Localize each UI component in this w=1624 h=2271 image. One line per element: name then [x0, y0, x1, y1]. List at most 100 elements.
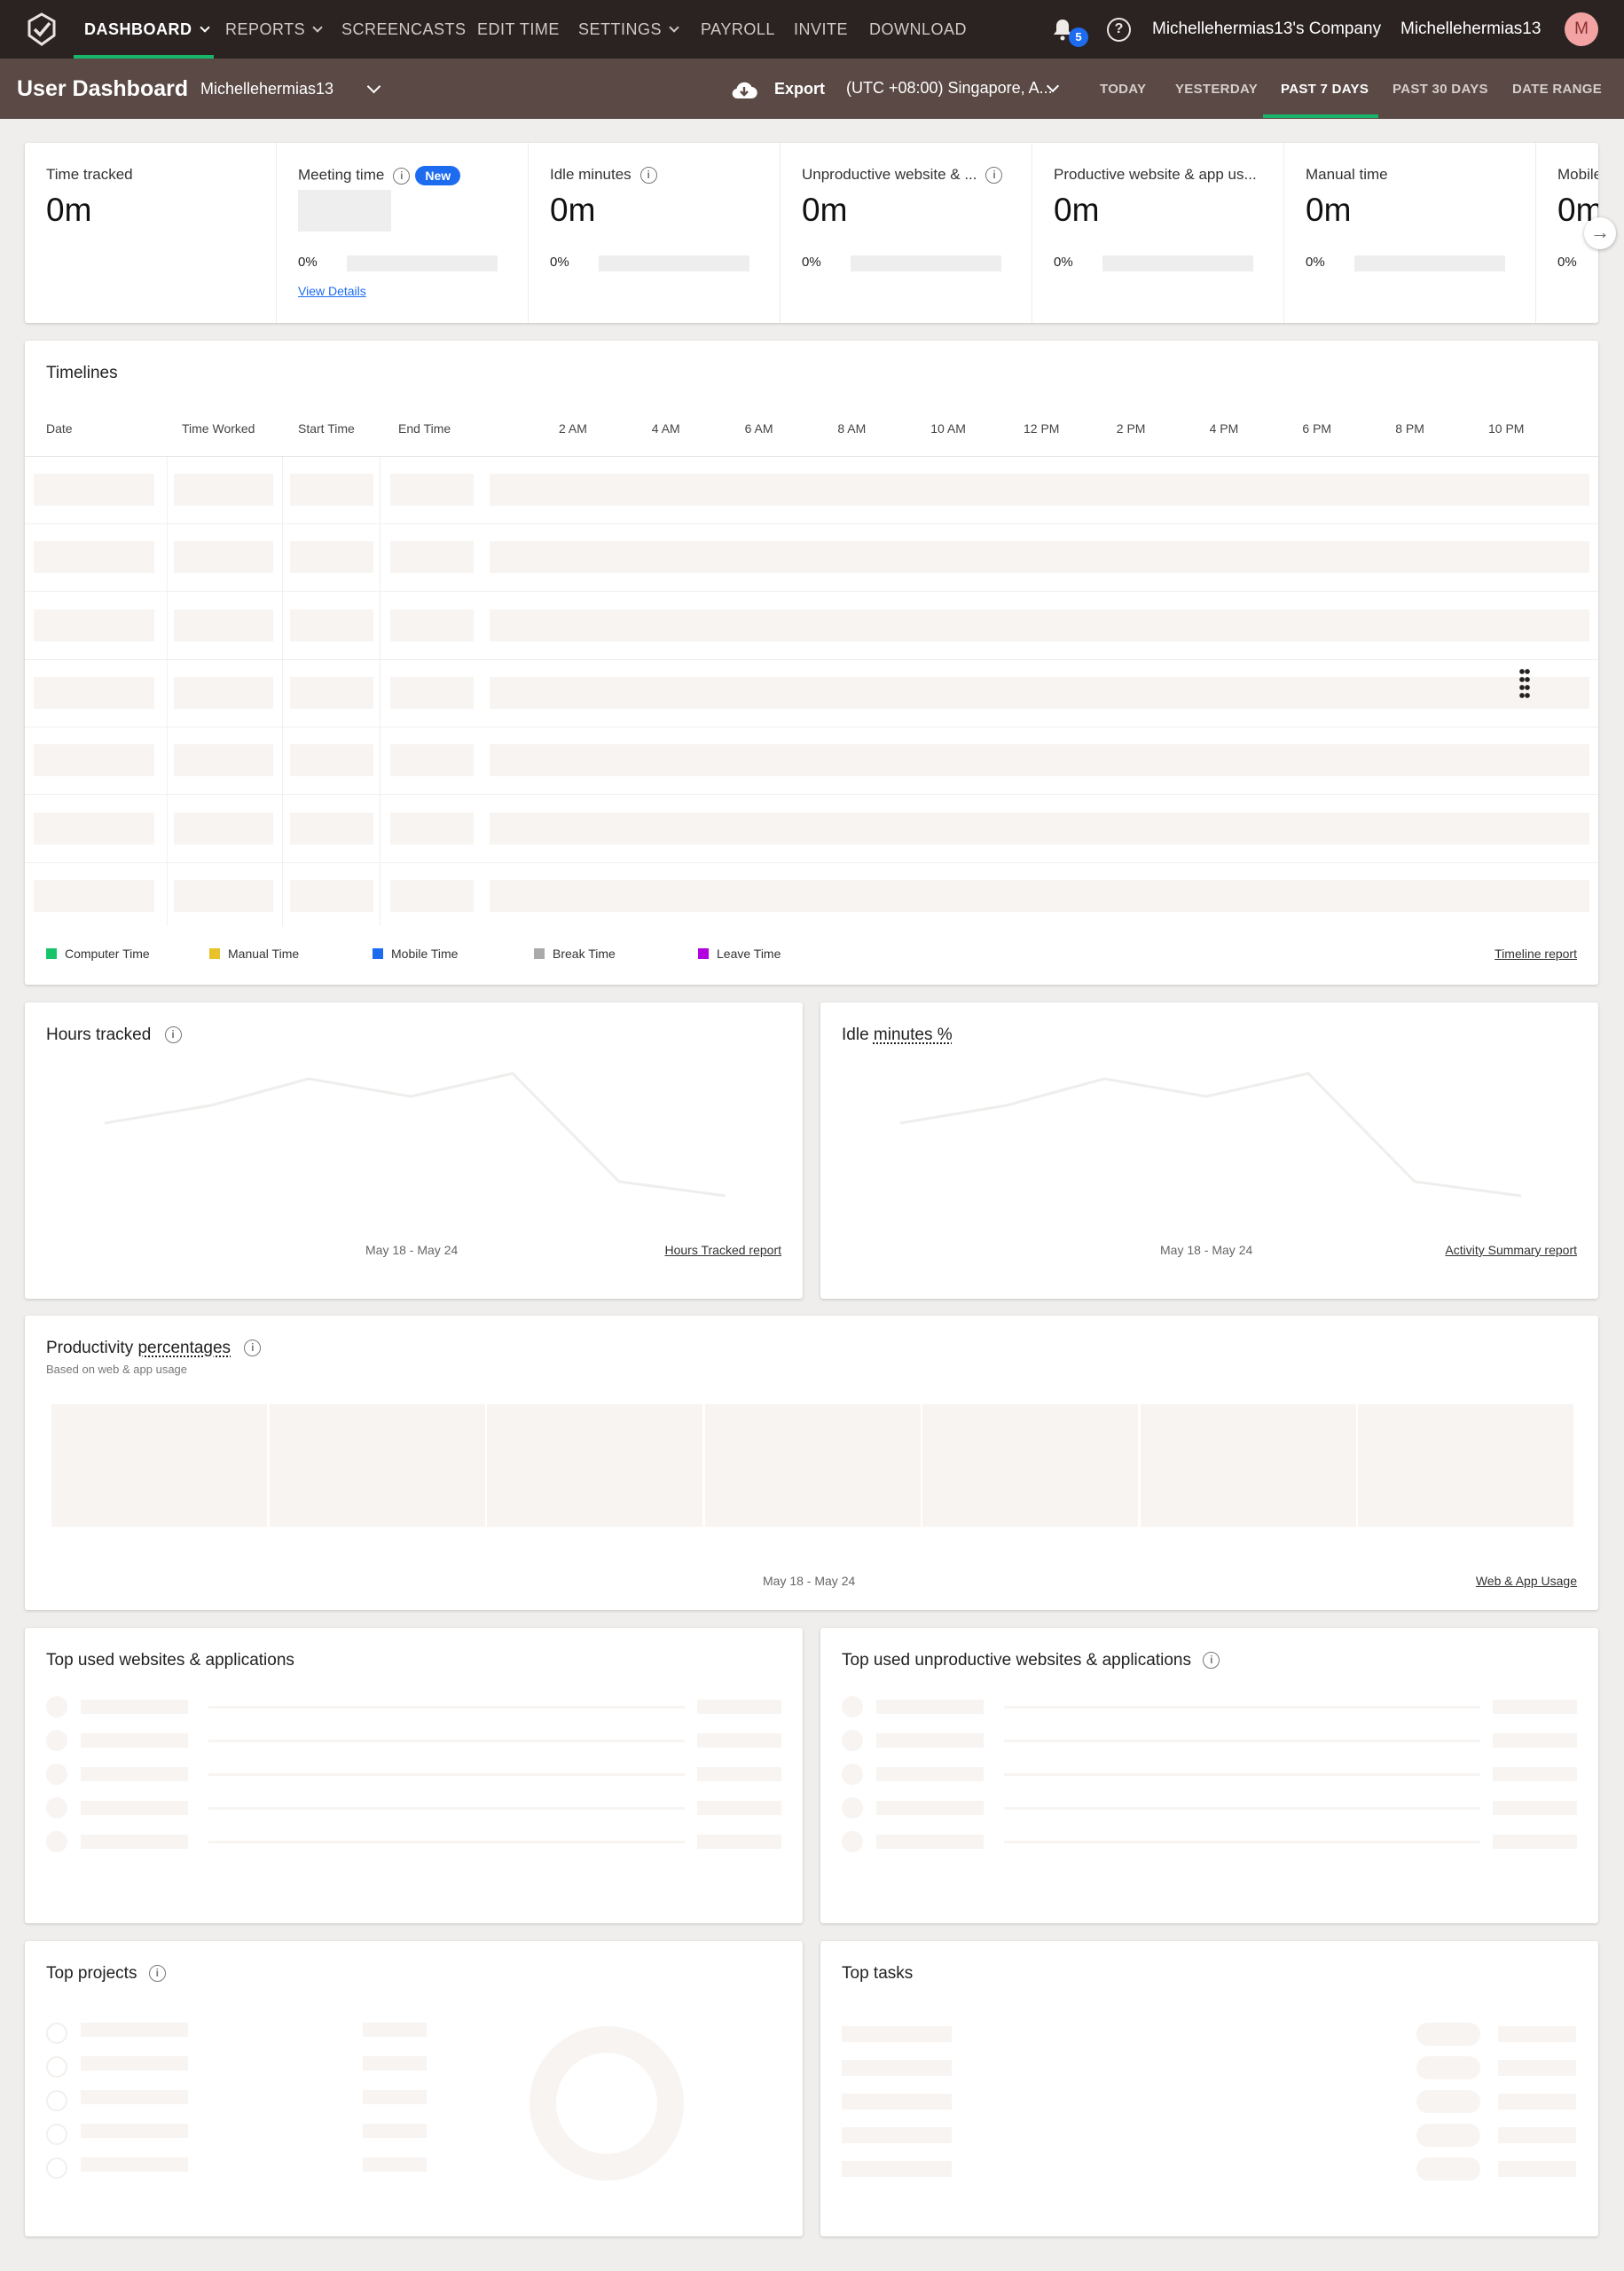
nav-item-reports[interactable]: REPORTS: [225, 20, 323, 39]
idle-date-range: May 18 - May 24: [1160, 1243, 1253, 1257]
name-placeholder: [81, 2124, 188, 2138]
company-name[interactable]: Michellehermias13's Company: [1152, 20, 1381, 39]
legend-mobile-time: Mobile Time: [373, 947, 458, 961]
cloud-download-icon[interactable]: [731, 80, 757, 99]
app-logo-icon[interactable]: [25, 12, 59, 46]
info-icon[interactable]: i: [244, 1340, 262, 1357]
list-item: [820, 2157, 1598, 2182]
cell-placeholder: [174, 676, 273, 709]
nav-item-payroll[interactable]: PAYROLL: [701, 20, 775, 39]
legend-swatch: [698, 948, 709, 959]
table-row: [25, 609, 1598, 641]
info-icon[interactable]: i: [164, 1026, 182, 1044]
table-row: [25, 879, 1598, 912]
top-projects-card: Top projects i: [25, 1941, 803, 2236]
legend-swatch: [534, 948, 545, 959]
idle-title-underlined[interactable]: minutes %: [874, 1025, 953, 1044]
chevron-down-icon[interactable]: [366, 79, 381, 94]
timezone-select[interactable]: (UTC +08:00) Singapore, A...: [846, 79, 1053, 98]
active-range-indicator: [1263, 114, 1378, 118]
stat-label-text: Meeting time: [298, 166, 385, 184]
web-app-usage-link[interactable]: Web & App Usage: [1476, 1574, 1577, 1588]
value-placeholder: [1493, 1733, 1577, 1748]
avatar[interactable]: M: [1565, 12, 1598, 46]
icon-placeholder: [842, 1764, 863, 1785]
value-placeholder: [1493, 1700, 1577, 1714]
info-icon[interactable]: i: [985, 167, 1003, 185]
timeline-report-link[interactable]: Timeline report: [1495, 947, 1577, 961]
list-item: [25, 2157, 557, 2179]
bar-placeholder: [208, 1706, 685, 1709]
activity-summary-report-link[interactable]: Activity Summary report: [1445, 1243, 1577, 1257]
idle-title-text: Idle: [842, 1025, 874, 1044]
productivity-day-placeholder: [51, 1404, 267, 1527]
nav-item-screencasts[interactable]: SCREENCASTS: [341, 20, 467, 39]
value-placeholder: [1498, 2127, 1576, 2143]
tab-past-30-days[interactable]: PAST 30 DAYS: [1393, 82, 1488, 97]
top-used-apps-title: Top used websites & applications: [46, 1651, 294, 1670]
column-header-start-time: Start Time: [298, 421, 355, 436]
cell-placeholder: [34, 879, 154, 912]
value-placeholder: [1498, 2026, 1576, 2042]
legend-break-time: Break Time: [534, 947, 616, 961]
info-icon[interactable]: i: [1203, 1652, 1220, 1670]
hour-label: 2 PM: [1116, 421, 1146, 436]
cell-placeholder: [34, 676, 154, 709]
stat-label: Meeting time i New: [298, 166, 461, 185]
list-item: [25, 1730, 803, 1751]
legend-manual-time: Manual Time: [209, 947, 299, 961]
tab-date-range[interactable]: DATE RANGE: [1512, 82, 1602, 97]
cell-placeholder: [490, 812, 1589, 845]
hours-tracked-placeholder-chart: [104, 1072, 726, 1198]
nav-item-invite[interactable]: INVITE: [794, 20, 848, 39]
list-item: [25, 2056, 557, 2078]
icon-placeholder: [842, 1696, 863, 1717]
stat-label-text: Manual time: [1306, 166, 1388, 183]
bar-placeholder: [1004, 1841, 1480, 1843]
view-details-link[interactable]: View Details: [298, 284, 366, 298]
nav-item-label: DOWNLOAD: [869, 20, 968, 38]
value-placeholder: [1498, 2161, 1576, 2177]
hours-tracked-report-link[interactable]: Hours Tracked report: [665, 1243, 782, 1257]
productivity-card: Productivity percentages i Based on web …: [25, 1316, 1598, 1610]
stat-value: 0m: [1306, 192, 1352, 228]
nav-item-download[interactable]: DOWNLOAD: [869, 20, 967, 39]
tab-past-7-days[interactable]: PAST 7 DAYS: [1281, 82, 1369, 97]
nav-item-edit-time[interactable]: EDIT TIME: [477, 20, 560, 39]
hour-label: 6 PM: [1302, 421, 1332, 436]
drag-handle-icon[interactable]: [1519, 669, 1530, 701]
list-item: [25, 2023, 557, 2044]
user-select-dropdown[interactable]: Michellehermias13: [200, 80, 333, 98]
cell-placeholder: [290, 744, 373, 777]
list-item: [25, 1831, 803, 1852]
stat-unproductive-website: Unproductive website & ... i 0m 0%: [781, 143, 1032, 323]
productivity-title-underlined[interactable]: percentages: [137, 1339, 231, 1357]
tab-yesterday[interactable]: YESTERDAY: [1175, 82, 1258, 97]
list-item: [25, 2124, 557, 2145]
user-name[interactable]: Michellehermias13: [1400, 20, 1541, 39]
export-button[interactable]: Export: [774, 80, 825, 98]
hour-label: 6 AM: [744, 421, 773, 436]
help-icon[interactable]: ?: [1107, 18, 1131, 42]
info-icon[interactable]: i: [639, 167, 657, 185]
top-unproductive-apps-card: Top used unproductive websites & applica…: [820, 1628, 1598, 1923]
value-placeholder: [697, 1733, 781, 1748]
hour-label: 8 PM: [1395, 421, 1424, 436]
badge-placeholder: [1416, 2157, 1480, 2181]
nav-item-settings[interactable]: SETTINGS: [578, 20, 679, 39]
info-icon[interactable]: i: [393, 167, 411, 185]
productivity-subtitle: Based on web & app usage: [46, 1363, 188, 1376]
cell-placeholder: [490, 676, 1589, 709]
stat-percent: 0%: [298, 255, 318, 270]
name-placeholder: [81, 1700, 188, 1714]
arrow-right-icon[interactable]: →: [1584, 217, 1616, 249]
info-icon[interactable]: i: [148, 1965, 166, 1983]
name-placeholder: [876, 1733, 984, 1748]
stat-label: Unproductive website & ... i: [802, 166, 1003, 185]
stat-percent: 0%: [1306, 255, 1325, 270]
idle-minutes-card: Idle minutes % May 18 - May 24 Activity …: [820, 1002, 1598, 1299]
value-placeholder: [363, 2090, 427, 2104]
hour-label: 4 PM: [1209, 421, 1239, 436]
tab-today[interactable]: TODAY: [1100, 82, 1146, 97]
nav-item-dashboard[interactable]: DASHBOARD: [84, 20, 210, 39]
